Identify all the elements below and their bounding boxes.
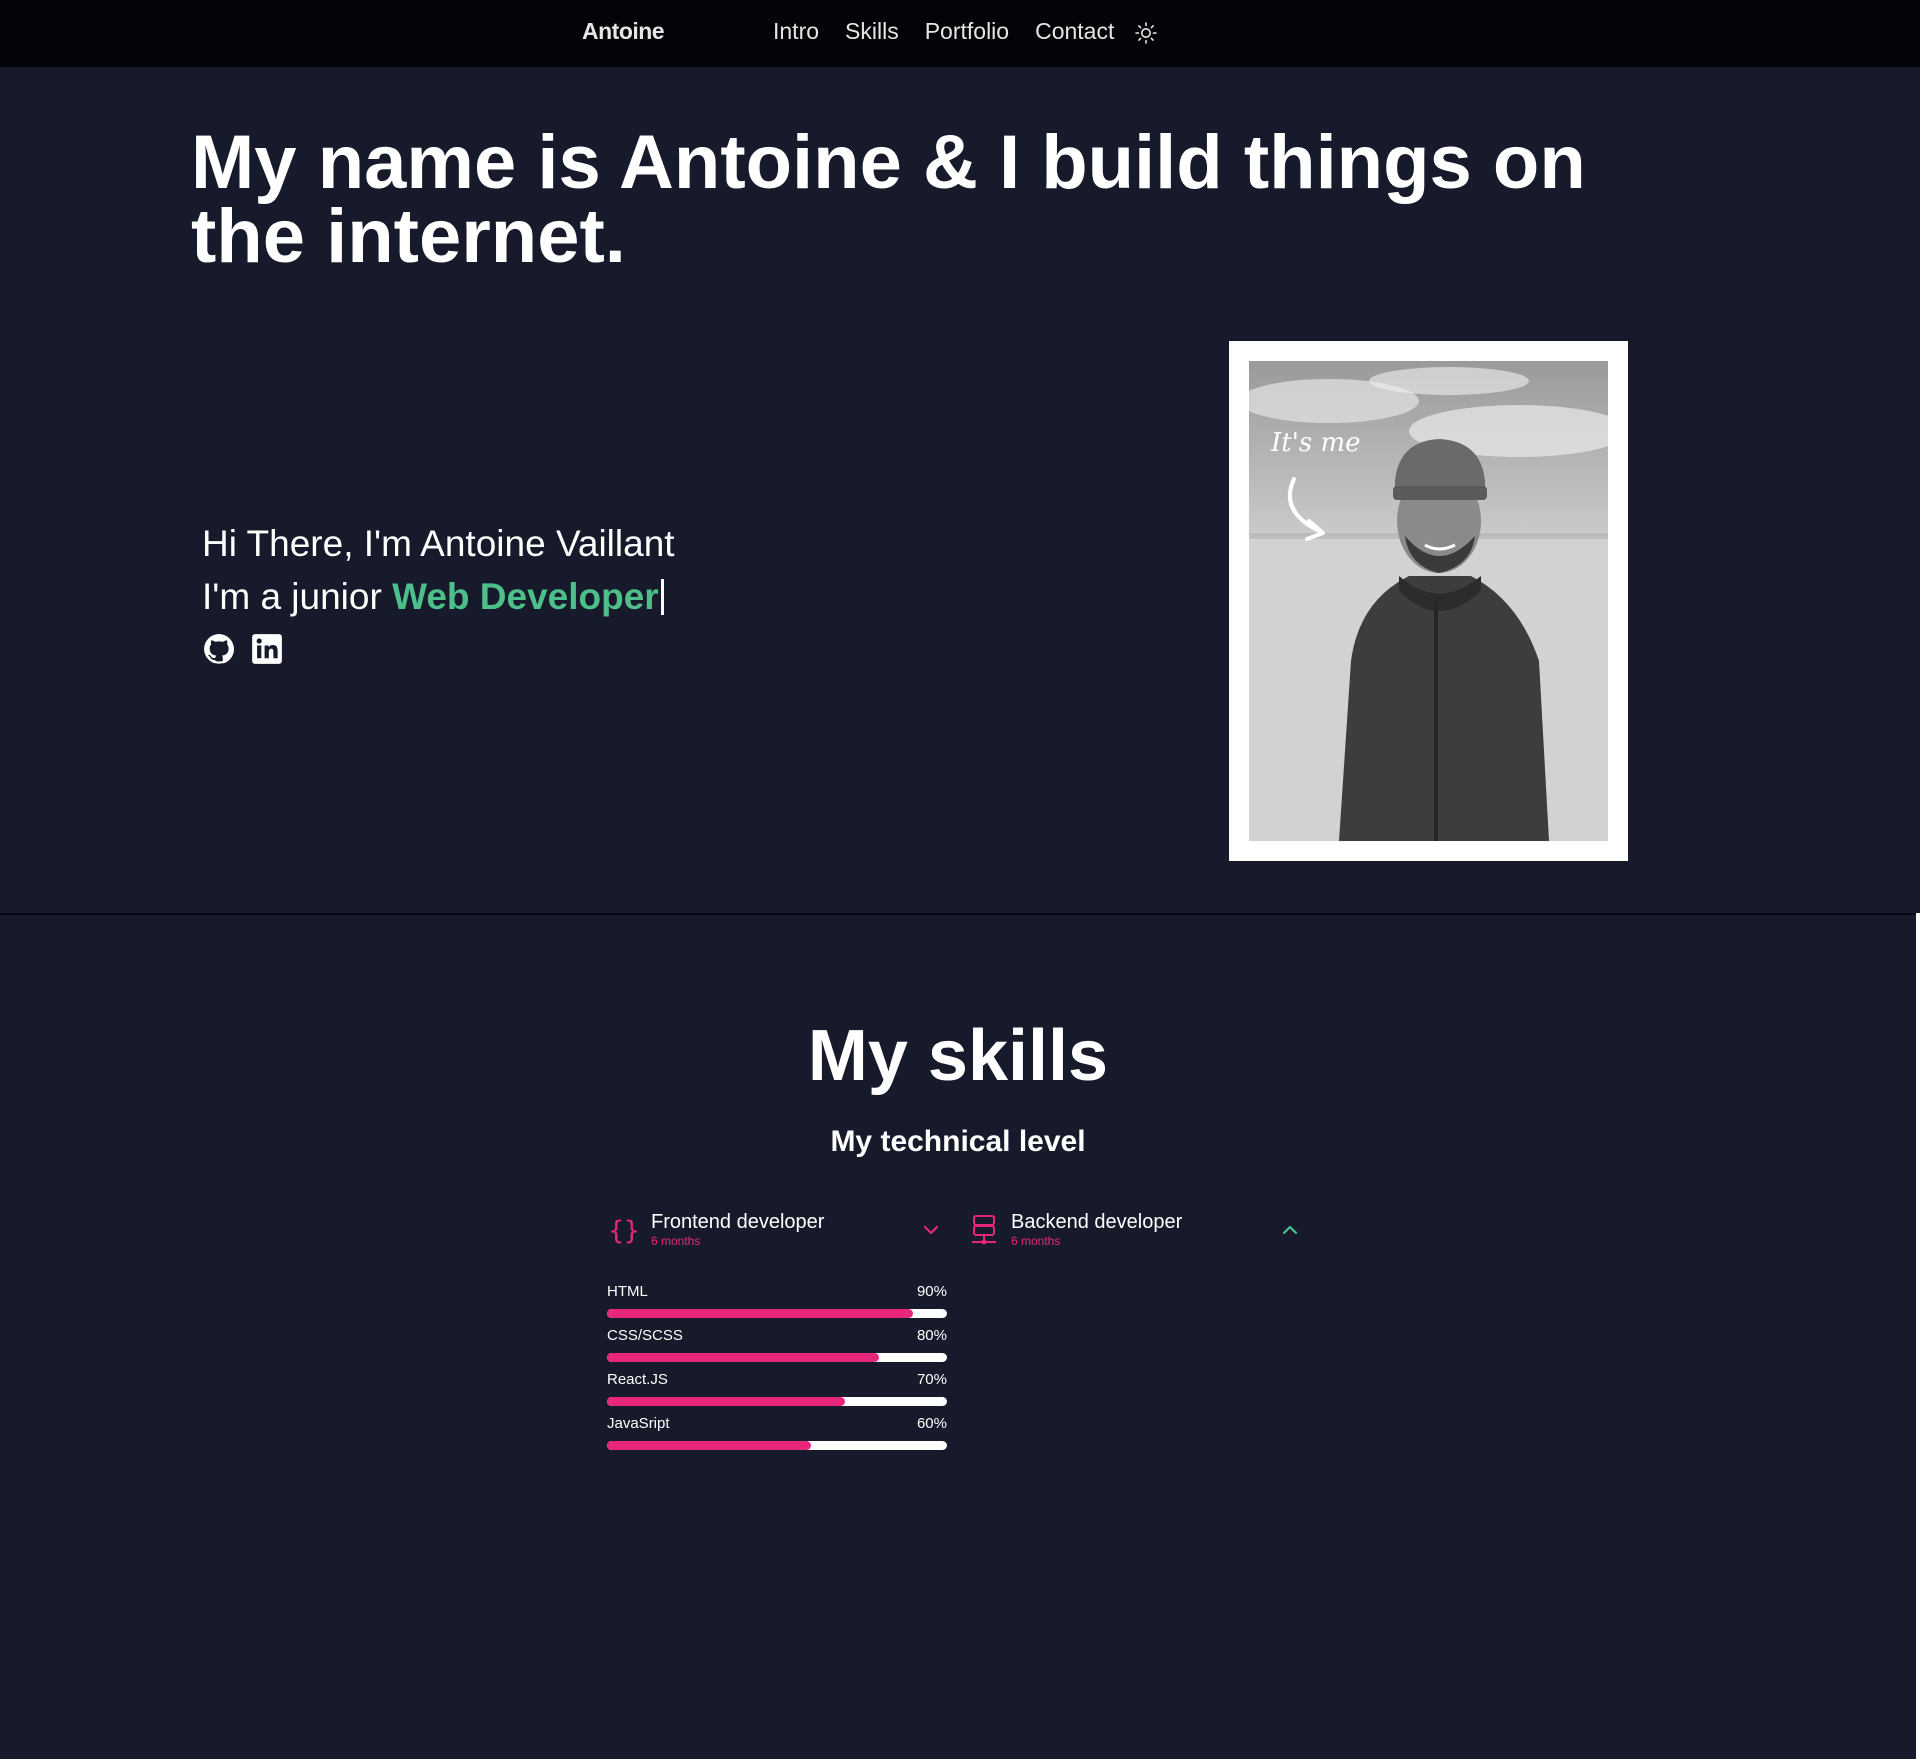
- nav-link-skills[interactable]: Skills: [845, 18, 899, 45]
- skill-name: JavaSript: [607, 1415, 670, 1432]
- skill-name: CSS/SCSS: [607, 1327, 683, 1344]
- progress-fill: [607, 1309, 913, 1318]
- skill-percent: 80%: [916, 1327, 947, 1344]
- nav-links: Intro Skills Portfolio Contact: [773, 18, 1158, 45]
- chevron-down-icon[interactable]: [920, 1219, 942, 1241]
- category-title: Frontend developer: [651, 1211, 825, 1233]
- server-icon: [972, 1215, 996, 1245]
- linkedin-icon[interactable]: [250, 632, 284, 666]
- svg-text:{}: {}: [608, 1216, 639, 1246]
- category-duration: 6 months: [651, 1234, 701, 1248]
- top-navbar: Antoine Intro Skills Portfolio Contact: [0, 0, 1920, 67]
- progress-fill: [607, 1397, 845, 1406]
- category-duration: 6 months: [1011, 1234, 1061, 1248]
- skills-title: My skills: [807, 1016, 1109, 1096]
- progress-fill: [607, 1353, 879, 1362]
- social-links: [202, 632, 675, 666]
- nav-link-portfolio[interactable]: Portfolio: [925, 18, 1009, 45]
- skill-percent: 90%: [916, 1283, 947, 1300]
- scrollbar-edge[interactable]: [1916, 913, 1920, 1759]
- skill-bar-javascript: JavaSript 60%: [607, 1415, 947, 1459]
- progress-track: [607, 1353, 947, 1362]
- skill-bars: HTML 90% CSS/SCSS 80% React.JS 70% JavaSrip…: [607, 1283, 947, 1459]
- hero-title: My name is Antoine & I build things on t…: [191, 120, 1586, 279]
- typing-cursor: [660, 579, 664, 615]
- sun-icon[interactable]: [1134, 21, 1158, 45]
- role-prefix: I'm a junior: [202, 576, 393, 617]
- progress-fill: [607, 1441, 811, 1450]
- skill-category-backend[interactable]: Backend developer 6 months: [967, 1211, 1182, 1249]
- skill-name: HTML: [607, 1283, 648, 1300]
- nav-link-contact[interactable]: Contact: [1035, 18, 1114, 45]
- skill-bar-css: CSS/SCSS 80%: [607, 1327, 947, 1371]
- skill-bar-html: HTML 90%: [607, 1283, 947, 1327]
- skill-name: React.JS: [607, 1371, 668, 1388]
- photo-caption: It's me: [1270, 428, 1361, 458]
- skill-category-frontend[interactable]: {} Frontend developer 6 months: [607, 1211, 824, 1249]
- progress-track: [607, 1309, 947, 1318]
- brand-logo[interactable]: Antoine: [582, 18, 665, 45]
- skill-bar-react: React.JS 70%: [607, 1371, 947, 1415]
- profile-photo: It's me: [1249, 361, 1608, 841]
- skill-percent: 70%: [916, 1371, 947, 1388]
- nav-link-intro[interactable]: Intro: [773, 18, 819, 45]
- role-text: I'm a junior Web Developer: [202, 568, 675, 626]
- intro-block: Hi There, I'm Antoine Vaillant I'm a jun…: [202, 520, 675, 666]
- skill-percent: 60%: [916, 1415, 947, 1432]
- skills-subtitle: My technical level: [830, 1125, 1086, 1158]
- github-icon[interactable]: [202, 632, 236, 666]
- code-braces-icon: {}: [608, 1216, 639, 1246]
- section-divider: [0, 913, 1920, 915]
- profile-photo-frame: It's me: [1229, 341, 1628, 861]
- category-title: Backend developer: [1011, 1211, 1183, 1233]
- progress-track: [607, 1441, 947, 1450]
- chevron-up-icon[interactable]: [1279, 1219, 1301, 1241]
- role-highlight: Web Developer: [392, 576, 659, 617]
- profile-photo-illustration: It's me: [1249, 361, 1608, 841]
- progress-track: [607, 1397, 947, 1406]
- greeting-text: Hi There, I'm Antoine Vaillant: [202, 523, 675, 564]
